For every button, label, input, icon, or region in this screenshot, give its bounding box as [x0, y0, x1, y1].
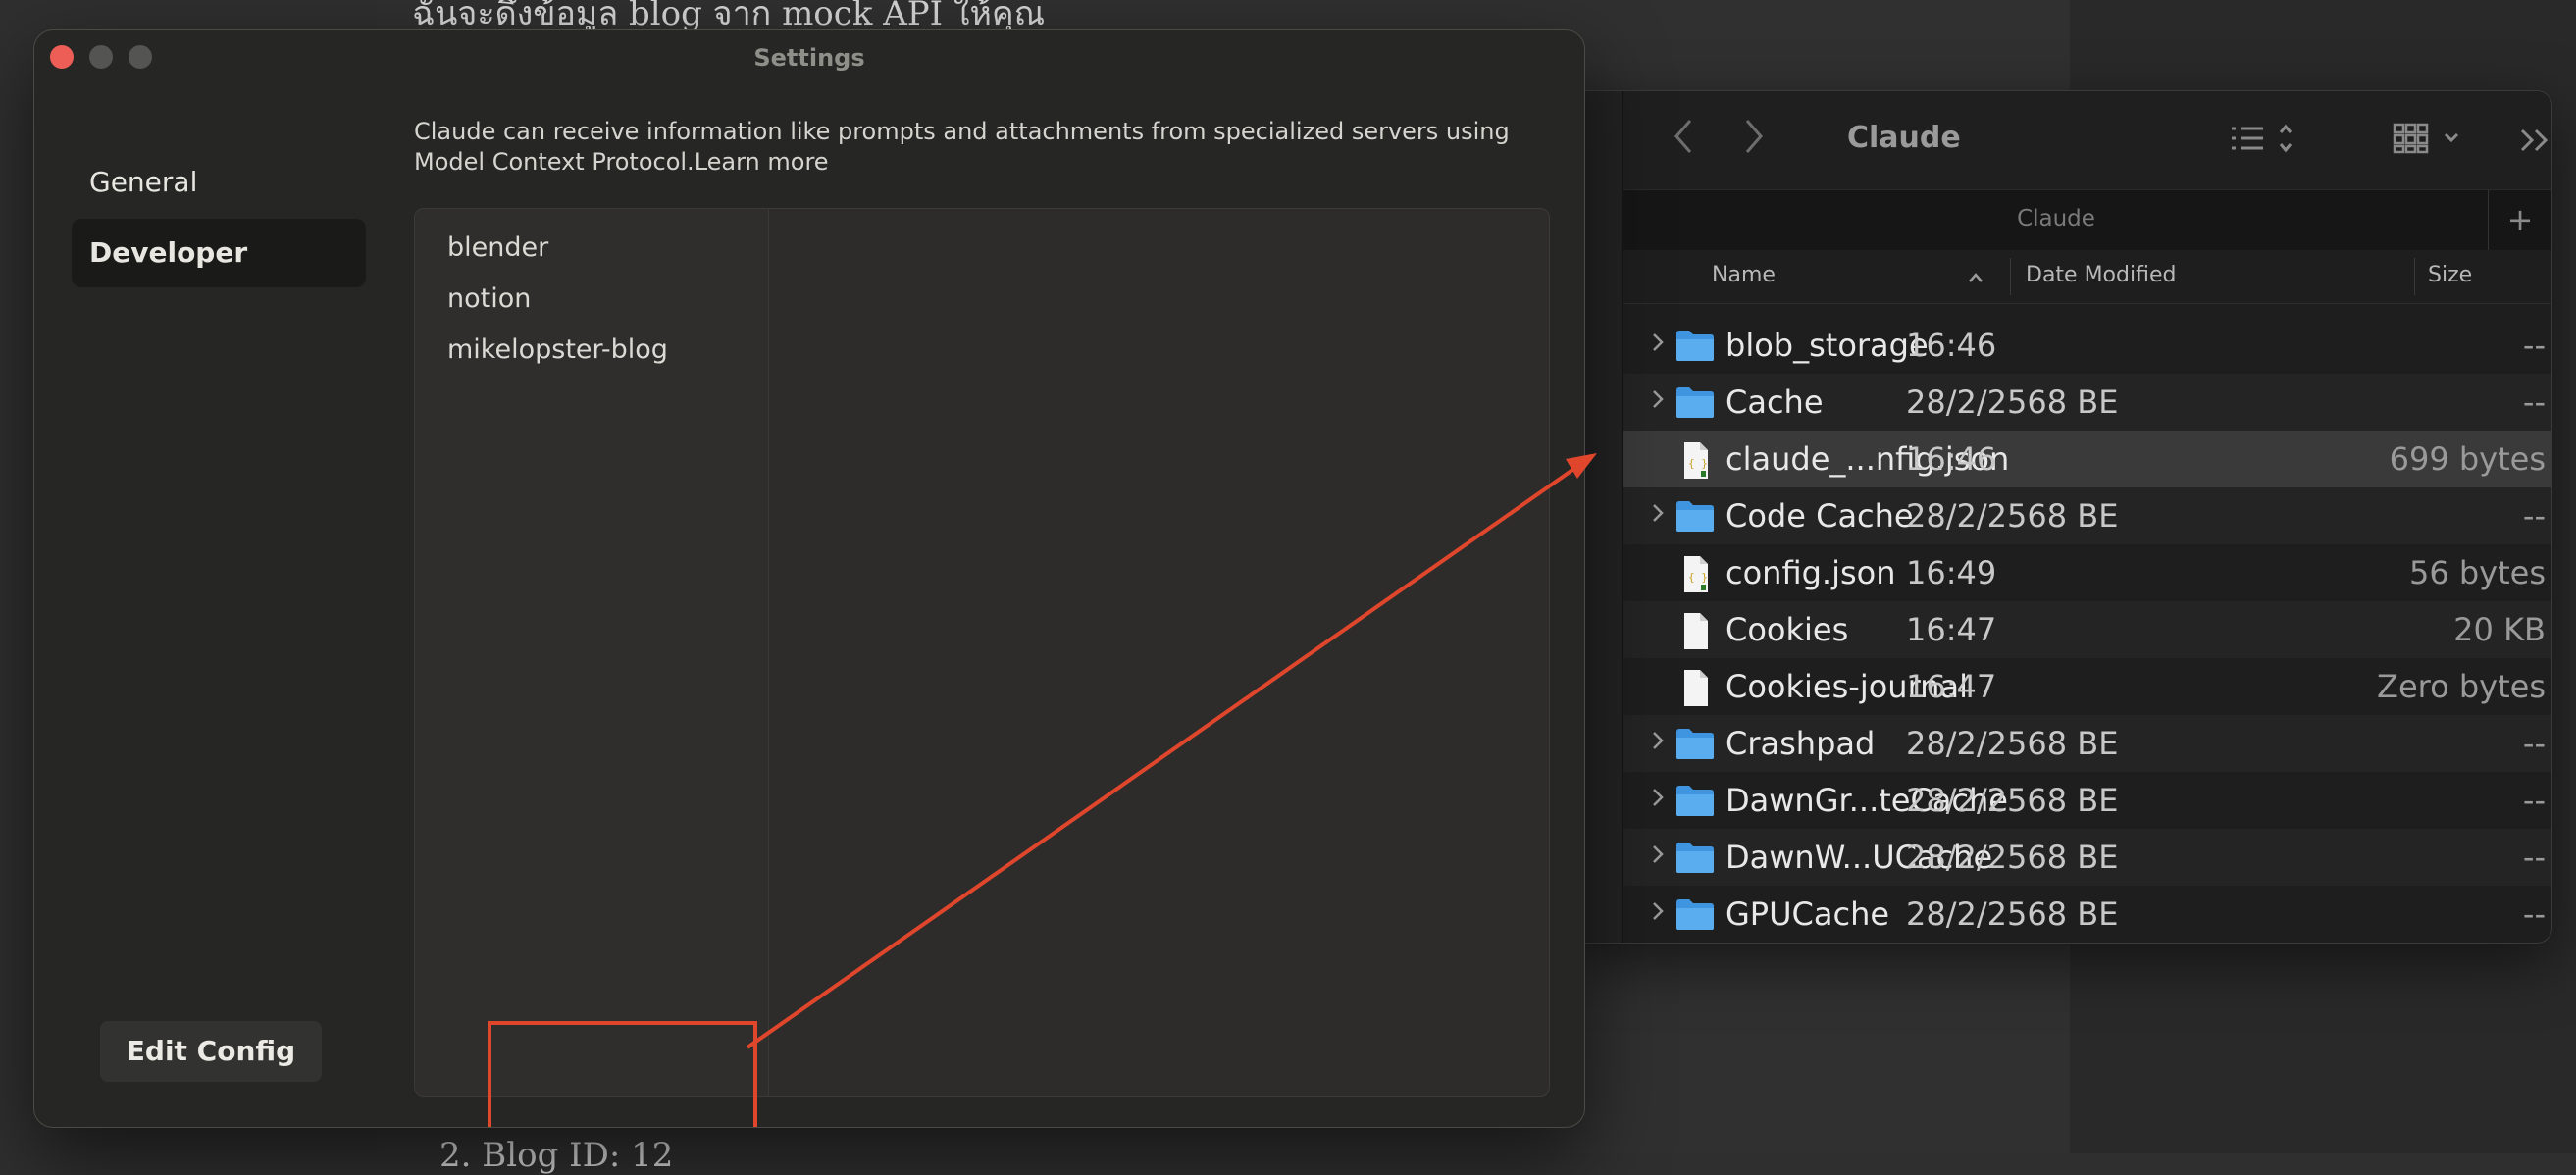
- settings-title: Settings: [753, 44, 865, 72]
- double-chevron-icon[interactable]: [2518, 121, 2551, 168]
- json-file-icon: { }: [1674, 441, 1716, 479]
- table-row[interactable]: { } config.json 16:49 56 bytes: [1623, 544, 2551, 601]
- disclosure-chevron-icon[interactable]: [1651, 729, 1665, 758]
- nav-general[interactable]: General: [72, 148, 366, 217]
- file-size: Zero bytes: [2377, 668, 2546, 705]
- disclosure-chevron-icon[interactable]: [1651, 501, 1665, 531]
- file-date-modified: 16:49: [1906, 554, 1997, 591]
- folder-icon: [1674, 840, 1716, 875]
- annotation-highlight-box: [488, 1021, 757, 1127]
- file-size: --: [2522, 383, 2546, 421]
- folder-icon: [1674, 328, 1716, 363]
- background-bottom-text: 2. Blog ID: 12: [439, 1136, 674, 1175]
- server-detail: [769, 209, 1549, 1096]
- file-date-modified: 28/2/2568 BE: [1906, 782, 2119, 819]
- file-size: --: [2522, 725, 2546, 762]
- disclosure-chevron-icon[interactable]: [1651, 899, 1665, 929]
- json-file-icon: { }: [1674, 555, 1716, 592]
- folder-icon: [1674, 498, 1716, 534]
- file-size: --: [2522, 497, 2546, 535]
- server-item-mikelopster-blog[interactable]: mikelopster-blog: [447, 334, 668, 365]
- column-size[interactable]: Size: [2428, 263, 2472, 287]
- folder-icon: [1674, 896, 1716, 932]
- folder-icon: [1674, 726, 1716, 761]
- file-name: Crashpad: [1726, 725, 1876, 762]
- chevron-right-icon[interactable]: [1743, 117, 1765, 164]
- description-text: Claude can receive information like prom…: [414, 118, 1510, 176]
- grid-view-icon[interactable]: [2393, 121, 2471, 168]
- finder-tab-bar: Claude +: [1623, 189, 2551, 252]
- table-row[interactable]: Code Cache 28/2/2568 BE --: [1623, 487, 2551, 544]
- file-icon: [1674, 669, 1716, 706]
- chevron-left-icon[interactable]: [1673, 117, 1694, 164]
- svg-text:{ }: { }: [1688, 457, 1708, 470]
- file-name: blob_storage: [1726, 327, 1929, 364]
- table-row[interactable]: Cookies-journal 16:47 Zero bytes: [1623, 658, 2551, 715]
- list-view-icon[interactable]: [2230, 121, 2298, 168]
- file-date-modified: 28/2/2568 BE: [1906, 895, 2119, 933]
- new-tab-button[interactable]: +: [2488, 190, 2551, 251]
- column-header: Name Date Modified Size: [1623, 250, 2551, 304]
- server-list: blender notion mikelopster-blog: [415, 209, 769, 1096]
- sort-ascending-icon: [1967, 266, 1984, 290]
- file-name: config.json: [1726, 554, 1896, 591]
- file-date-modified: 16:47: [1906, 611, 1997, 648]
- table-row[interactable]: Cookies 16:47 20 KB: [1623, 601, 2551, 658]
- column-date-modified[interactable]: Date Modified: [2026, 263, 2176, 287]
- edit-config-button[interactable]: Edit Config: [100, 1021, 322, 1082]
- server-item-notion[interactable]: notion: [447, 283, 531, 314]
- settings-window: Settings General Developer Claude can re…: [33, 29, 1585, 1128]
- learn-more-link[interactable]: Learn more: [695, 148, 829, 176]
- disclosure-chevron-icon[interactable]: [1651, 843, 1665, 872]
- file-date-modified: 28/2/2568 BE: [1906, 839, 2119, 876]
- finder-window: Claude Claude + Name Date Modified Size …: [1570, 90, 2552, 944]
- file-name: Cookies: [1726, 611, 1849, 648]
- file-date-modified: 16:46: [1906, 440, 1997, 478]
- file-date-modified: 28/2/2568 BE: [1906, 725, 2119, 762]
- disclosure-chevron-icon[interactable]: [1651, 331, 1665, 360]
- table-row[interactable]: Crashpad 28/2/2568 BE --: [1623, 715, 2551, 772]
- file-icon: [1674, 612, 1716, 649]
- disclosure-chevron-icon[interactable]: [1651, 786, 1665, 815]
- file-size: --: [2522, 895, 2546, 933]
- file-date-modified: 28/2/2568 BE: [1906, 497, 2119, 535]
- finder-title: Claude: [1847, 121, 1961, 155]
- table-row[interactable]: DawnW...UCache 28/2/2568 BE --: [1623, 829, 2551, 886]
- folder-icon: [1674, 384, 1716, 420]
- file-name: Code Cache: [1726, 497, 1914, 535]
- table-row[interactable]: { } claude_...nfig.json 16:46 699 bytes: [1623, 431, 2551, 487]
- file-date-modified: 16:46: [1906, 327, 1997, 364]
- file-date-modified: 16:47: [1906, 668, 1997, 705]
- tab-claude[interactable]: Claude: [1623, 206, 2489, 231]
- table-row[interactable]: blob_storage 16:46 --: [1623, 317, 2551, 374]
- server-item-blender[interactable]: blender: [447, 232, 548, 263]
- svg-text:{ }: { }: [1688, 571, 1708, 584]
- file-size: 56 bytes: [2408, 554, 2546, 591]
- file-name: GPUCache: [1726, 895, 1890, 933]
- mcp-servers-panel: blender notion mikelopster-blog: [414, 208, 1550, 1097]
- mcp-description: Claude can receive information like prom…: [414, 117, 1532, 178]
- table-row[interactable]: DawnGr...teCache 28/2/2568 BE --: [1623, 772, 2551, 829]
- column-name[interactable]: Name: [1712, 263, 1776, 287]
- disclosure-chevron-icon[interactable]: [1651, 387, 1665, 417]
- table-row[interactable]: GPUCache 28/2/2568 BE --: [1623, 886, 2551, 943]
- nav-developer[interactable]: Developer: [72, 219, 366, 287]
- file-size: --: [2522, 782, 2546, 819]
- file-size: --: [2522, 839, 2546, 876]
- file-size: --: [2522, 327, 2546, 364]
- file-size: 699 bytes: [2389, 440, 2546, 478]
- file-date-modified: 28/2/2568 BE: [1906, 383, 2119, 421]
- folder-icon: [1674, 783, 1716, 818]
- file-name: Cache: [1726, 383, 1824, 421]
- table-row[interactable]: Cache 28/2/2568 BE --: [1623, 374, 2551, 431]
- finder-toolbar: Claude: [1623, 91, 2551, 189]
- file-size: 20 KB: [2453, 611, 2546, 648]
- file-list: blob_storage 16:46 -- Cache 28/2/2568 BE --{ …: [1623, 317, 2551, 943]
